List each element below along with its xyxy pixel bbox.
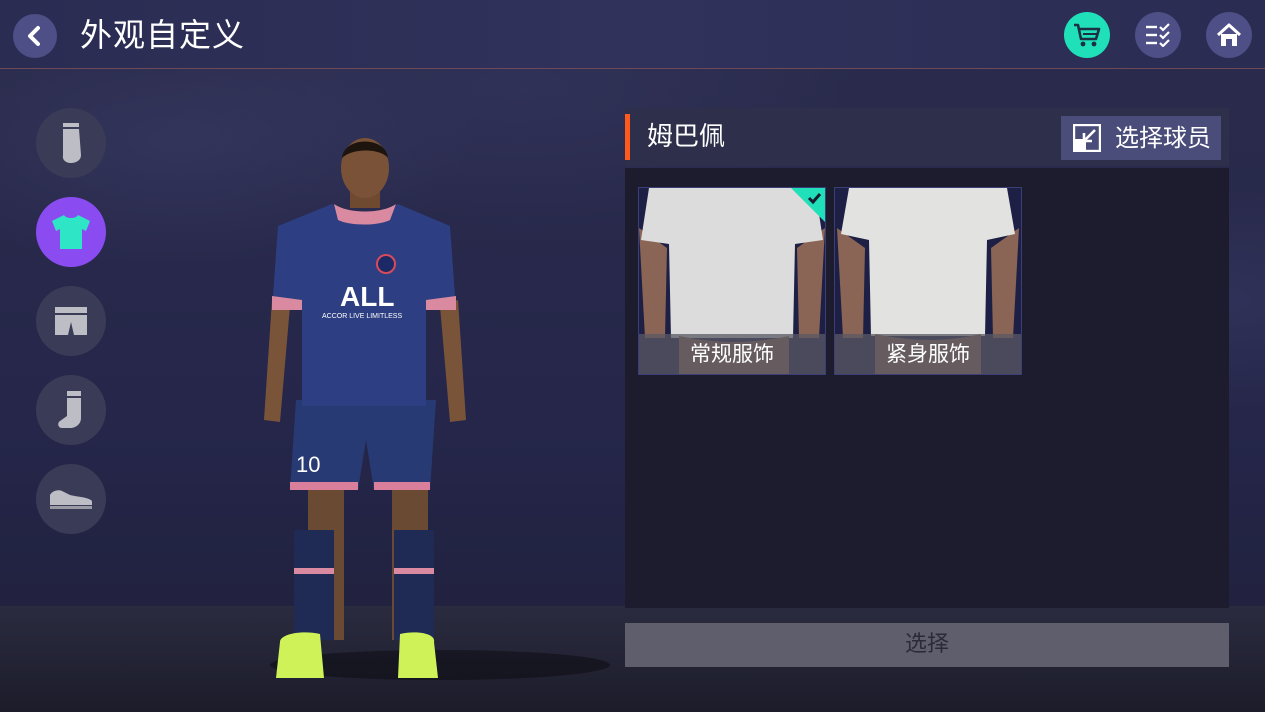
outfit-label: 常规服饰 <box>639 334 825 374</box>
outfit-card-regular[interactable]: 常规服饰 <box>638 187 826 375</box>
player-model: 10 ALL ACCOR LIVE LIMITLESS <box>264 138 466 678</box>
shorts-number: 10 <box>296 452 320 477</box>
shopping-cart-icon <box>1074 23 1101 47</box>
swap-player-icon <box>1073 124 1101 152</box>
top-bar: 外观自定义 <box>0 0 1265 69</box>
shop-button[interactable] <box>1064 12 1110 58</box>
sleeve-icon <box>62 123 81 163</box>
select-player-button[interactable]: 选择球员 <box>1061 116 1221 160</box>
back-arrow-icon <box>28 26 40 46</box>
header-accent-bar <box>625 114 630 160</box>
left-boot <box>276 632 324 678</box>
back-button[interactable] <box>13 14 57 58</box>
checklist-icon <box>1146 23 1170 47</box>
select-player-label: 选择球员 <box>1115 124 1211 152</box>
category-sleeve-button[interactable] <box>36 108 106 178</box>
left-sock <box>294 530 334 640</box>
category-boot-button[interactable] <box>36 464 106 534</box>
right-boot <box>398 632 438 678</box>
sock-icon <box>58 391 81 428</box>
home-icon <box>1216 23 1242 46</box>
outfit-card-tight[interactable]: 紧身服饰 <box>834 187 1022 375</box>
selected-check-icon <box>791 188 825 222</box>
boot-icon <box>50 490 92 509</box>
confirm-select-button[interactable]: 选择 <box>625 623 1229 667</box>
player-name: 姆巴佩 <box>647 122 726 152</box>
shirt-sponsor: ALL <box>340 281 394 312</box>
shirt-icon <box>52 215 90 249</box>
category-sock-button[interactable] <box>36 375 106 445</box>
home-button[interactable] <box>1206 12 1252 58</box>
right-sock <box>394 530 434 640</box>
shorts-icon <box>55 307 87 335</box>
category-shorts-button[interactable] <box>36 286 106 356</box>
player-panel-header: 姆巴佩 选择球员 <box>625 108 1229 166</box>
outfit-label: 紧身服饰 <box>835 334 1021 374</box>
checklist-button[interactable] <box>1135 12 1181 58</box>
shirt-sponsor-subtext: ACCOR LIVE LIMITLESS <box>322 313 402 320</box>
page-title: 外观自定义 <box>80 16 246 54</box>
club-crest <box>376 254 396 274</box>
category-shirt-button[interactable] <box>36 197 106 267</box>
